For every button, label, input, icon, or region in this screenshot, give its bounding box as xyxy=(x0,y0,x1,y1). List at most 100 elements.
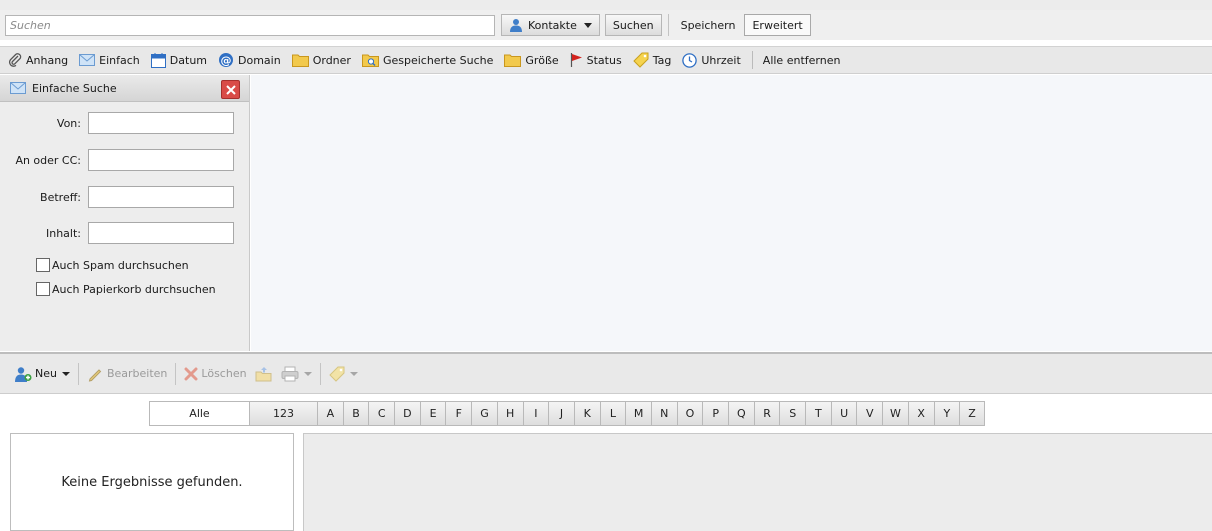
search-button-label: Suchen xyxy=(612,18,654,32)
filter-attachment-label: Anhang xyxy=(26,53,69,67)
alphabet-button-f[interactable]: F xyxy=(445,401,472,426)
filter-size[interactable]: Größe xyxy=(504,53,559,67)
filter-size-label: Größe xyxy=(525,53,559,67)
remove-all-label: Alle entfernen xyxy=(762,53,841,67)
search-spam-checkbox[interactable]: Auch Spam durchsuchen xyxy=(36,258,189,272)
alphabet-button-k[interactable]: K xyxy=(573,401,600,426)
envelope-icon xyxy=(10,82,26,94)
content-field[interactable] xyxy=(88,222,234,244)
filter-saved-search-label: Gespeicherte Suche xyxy=(382,53,494,67)
alphabet-button-u[interactable]: U xyxy=(830,401,857,426)
search-trash-label: Auch Papierkorb durchsuchen xyxy=(52,282,216,296)
alphabet-button-b[interactable]: B xyxy=(342,401,369,426)
alphabet-button-y[interactable]: Y xyxy=(933,401,960,426)
alphabet-button-d[interactable]: D xyxy=(394,401,420,426)
alphabet-button-x[interactable]: X xyxy=(907,401,934,426)
alphabet-button-v[interactable]: V xyxy=(856,401,883,426)
divider xyxy=(319,362,321,385)
checkbox[interactable] xyxy=(36,282,50,296)
divider xyxy=(751,51,753,69)
to-cc-field[interactable] xyxy=(88,149,234,171)
alphabet-button-z[interactable]: Z xyxy=(959,401,985,426)
alphabet-button-alle[interactable]: Alle xyxy=(149,401,249,426)
filter-folder[interactable]: Ordner xyxy=(291,53,351,67)
filter-time[interactable]: Uhrzeit xyxy=(682,52,741,68)
simple-search-title: Einfache Suche xyxy=(32,81,117,95)
alphabet-button-l[interactable]: L xyxy=(599,401,626,426)
at-sign-icon: @ xyxy=(219,53,234,67)
advanced-search-button[interactable]: Erweitert xyxy=(744,14,811,36)
folder-icon xyxy=(504,54,522,67)
delete-label: Löschen xyxy=(201,367,247,380)
alphabet-filter-bar: Alle 123 A B C D E F G H I J K L M N O P Q R S T U V W X Y Z xyxy=(0,395,1212,433)
move-button[interactable] xyxy=(255,366,273,382)
filter-date[interactable]: Datum xyxy=(150,52,207,68)
contacts-label: Kontakte xyxy=(528,18,577,32)
alphabet-button-w[interactable]: W xyxy=(882,401,908,426)
advanced-search-label: Erweitert xyxy=(752,18,803,32)
subject-field[interactable] xyxy=(88,186,234,208)
alphabet-button-a[interactable]: A xyxy=(317,401,343,426)
filter-attachment[interactable]: Anhang xyxy=(8,53,68,67)
filter-status[interactable]: Status xyxy=(570,53,622,67)
alphabet-button-m[interactable]: M xyxy=(625,401,651,426)
move-folder-icon xyxy=(255,366,272,381)
folder-icon xyxy=(291,54,309,67)
close-icon xyxy=(225,84,236,95)
search-button[interactable]: Suchen xyxy=(604,14,662,36)
delete-x-icon xyxy=(184,367,198,380)
simple-search-header: Einfache Suche xyxy=(0,75,249,102)
alphabet-button-j[interactable]: J xyxy=(548,401,574,426)
checkbox[interactable] xyxy=(36,258,50,272)
alphabet-button-c[interactable]: C xyxy=(368,401,395,426)
filter-simple[interactable]: Einfach xyxy=(79,54,140,67)
alphabet-button-p[interactable]: P xyxy=(702,401,728,426)
alphabet-button-123[interactable]: 123 xyxy=(249,401,317,426)
content-row: Inhalt: xyxy=(0,222,250,244)
remove-all-filters-button[interactable]: Alle entfernen xyxy=(763,54,841,67)
tag-icon xyxy=(328,366,345,382)
new-label: Neu xyxy=(35,367,57,380)
search-input[interactable] xyxy=(5,14,495,36)
divider xyxy=(77,362,79,385)
from-label: Von: xyxy=(56,116,81,130)
contacts-dropdown[interactable]: Kontakte xyxy=(501,14,600,36)
filter-tag[interactable]: Tag xyxy=(632,52,671,68)
alphabet-button-g[interactable]: G xyxy=(471,401,497,426)
saved-search-folder-icon xyxy=(361,54,379,67)
alphabet-button-h[interactable]: H xyxy=(496,401,523,426)
search-trash-checkbox[interactable]: Auch Papierkorb durchsuchen xyxy=(36,282,216,296)
filter-saved-search[interactable]: Gespeicherte Suche xyxy=(361,53,494,67)
close-simple-search-button[interactable] xyxy=(221,80,240,99)
print-button[interactable] xyxy=(281,366,312,382)
alphabet-button-s[interactable]: S xyxy=(779,401,806,426)
delete-button[interactable]: Löschen xyxy=(184,367,247,381)
paperclip-icon xyxy=(9,53,22,67)
alphabet-button-q[interactable]: Q xyxy=(728,401,754,426)
new-button[interactable]: Neu xyxy=(14,366,70,382)
filter-folder-label: Ordner xyxy=(312,53,351,67)
to-cc-row: An oder CC: xyxy=(0,149,250,171)
contacts-icon xyxy=(510,19,522,32)
alphabet-button-t[interactable]: T xyxy=(805,401,831,426)
edit-button[interactable]: Bearbeiten xyxy=(87,366,167,382)
divider xyxy=(667,14,669,36)
save-search-button[interactable]: Speichern xyxy=(675,14,742,36)
search-bar: Kontakte Suchen Speichern Erweitert xyxy=(0,10,1212,40)
clock-icon xyxy=(682,52,698,68)
chevron-down-icon xyxy=(303,371,312,376)
window-top-strip xyxy=(0,0,1212,10)
tag-icon xyxy=(632,52,649,68)
alphabet-button-r[interactable]: R xyxy=(753,401,780,426)
alphabet-button-n[interactable]: N xyxy=(650,401,677,426)
content-label: Inhalt: xyxy=(45,226,81,240)
alphabet-button-e[interactable]: E xyxy=(419,401,446,426)
from-field[interactable] xyxy=(88,112,234,134)
alphabet-button-i[interactable]: I xyxy=(522,401,549,426)
alphabet-button-o[interactable]: O xyxy=(676,401,703,426)
pencil-icon xyxy=(88,368,102,382)
filter-domain[interactable]: @ Domain xyxy=(218,52,281,68)
chevron-down-icon xyxy=(583,22,592,28)
filter-time-label: Uhrzeit xyxy=(701,53,741,67)
tag-button[interactable] xyxy=(328,366,358,382)
